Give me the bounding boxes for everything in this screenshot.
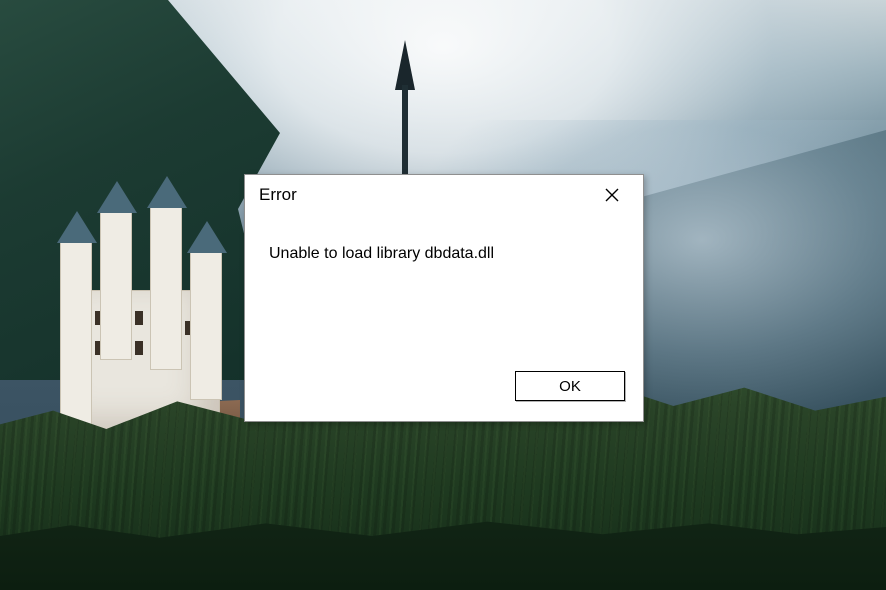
dialog-footer: OK	[245, 371, 643, 421]
dialog-body: Unable to load library dbdata.dll	[245, 215, 643, 371]
close-button[interactable]	[591, 179, 633, 211]
dialog-title: Error	[259, 185, 297, 205]
close-icon	[605, 188, 619, 202]
ok-button[interactable]: OK	[515, 371, 625, 401]
dialog-titlebar[interactable]: Error	[245, 175, 643, 215]
castle	[60, 210, 250, 430]
desktop-wallpaper: Error Unable to load library dbdata.dll …	[0, 0, 886, 590]
dialog-message: Unable to load library dbdata.dll	[269, 245, 494, 262]
error-dialog: Error Unable to load library dbdata.dll …	[244, 174, 644, 422]
